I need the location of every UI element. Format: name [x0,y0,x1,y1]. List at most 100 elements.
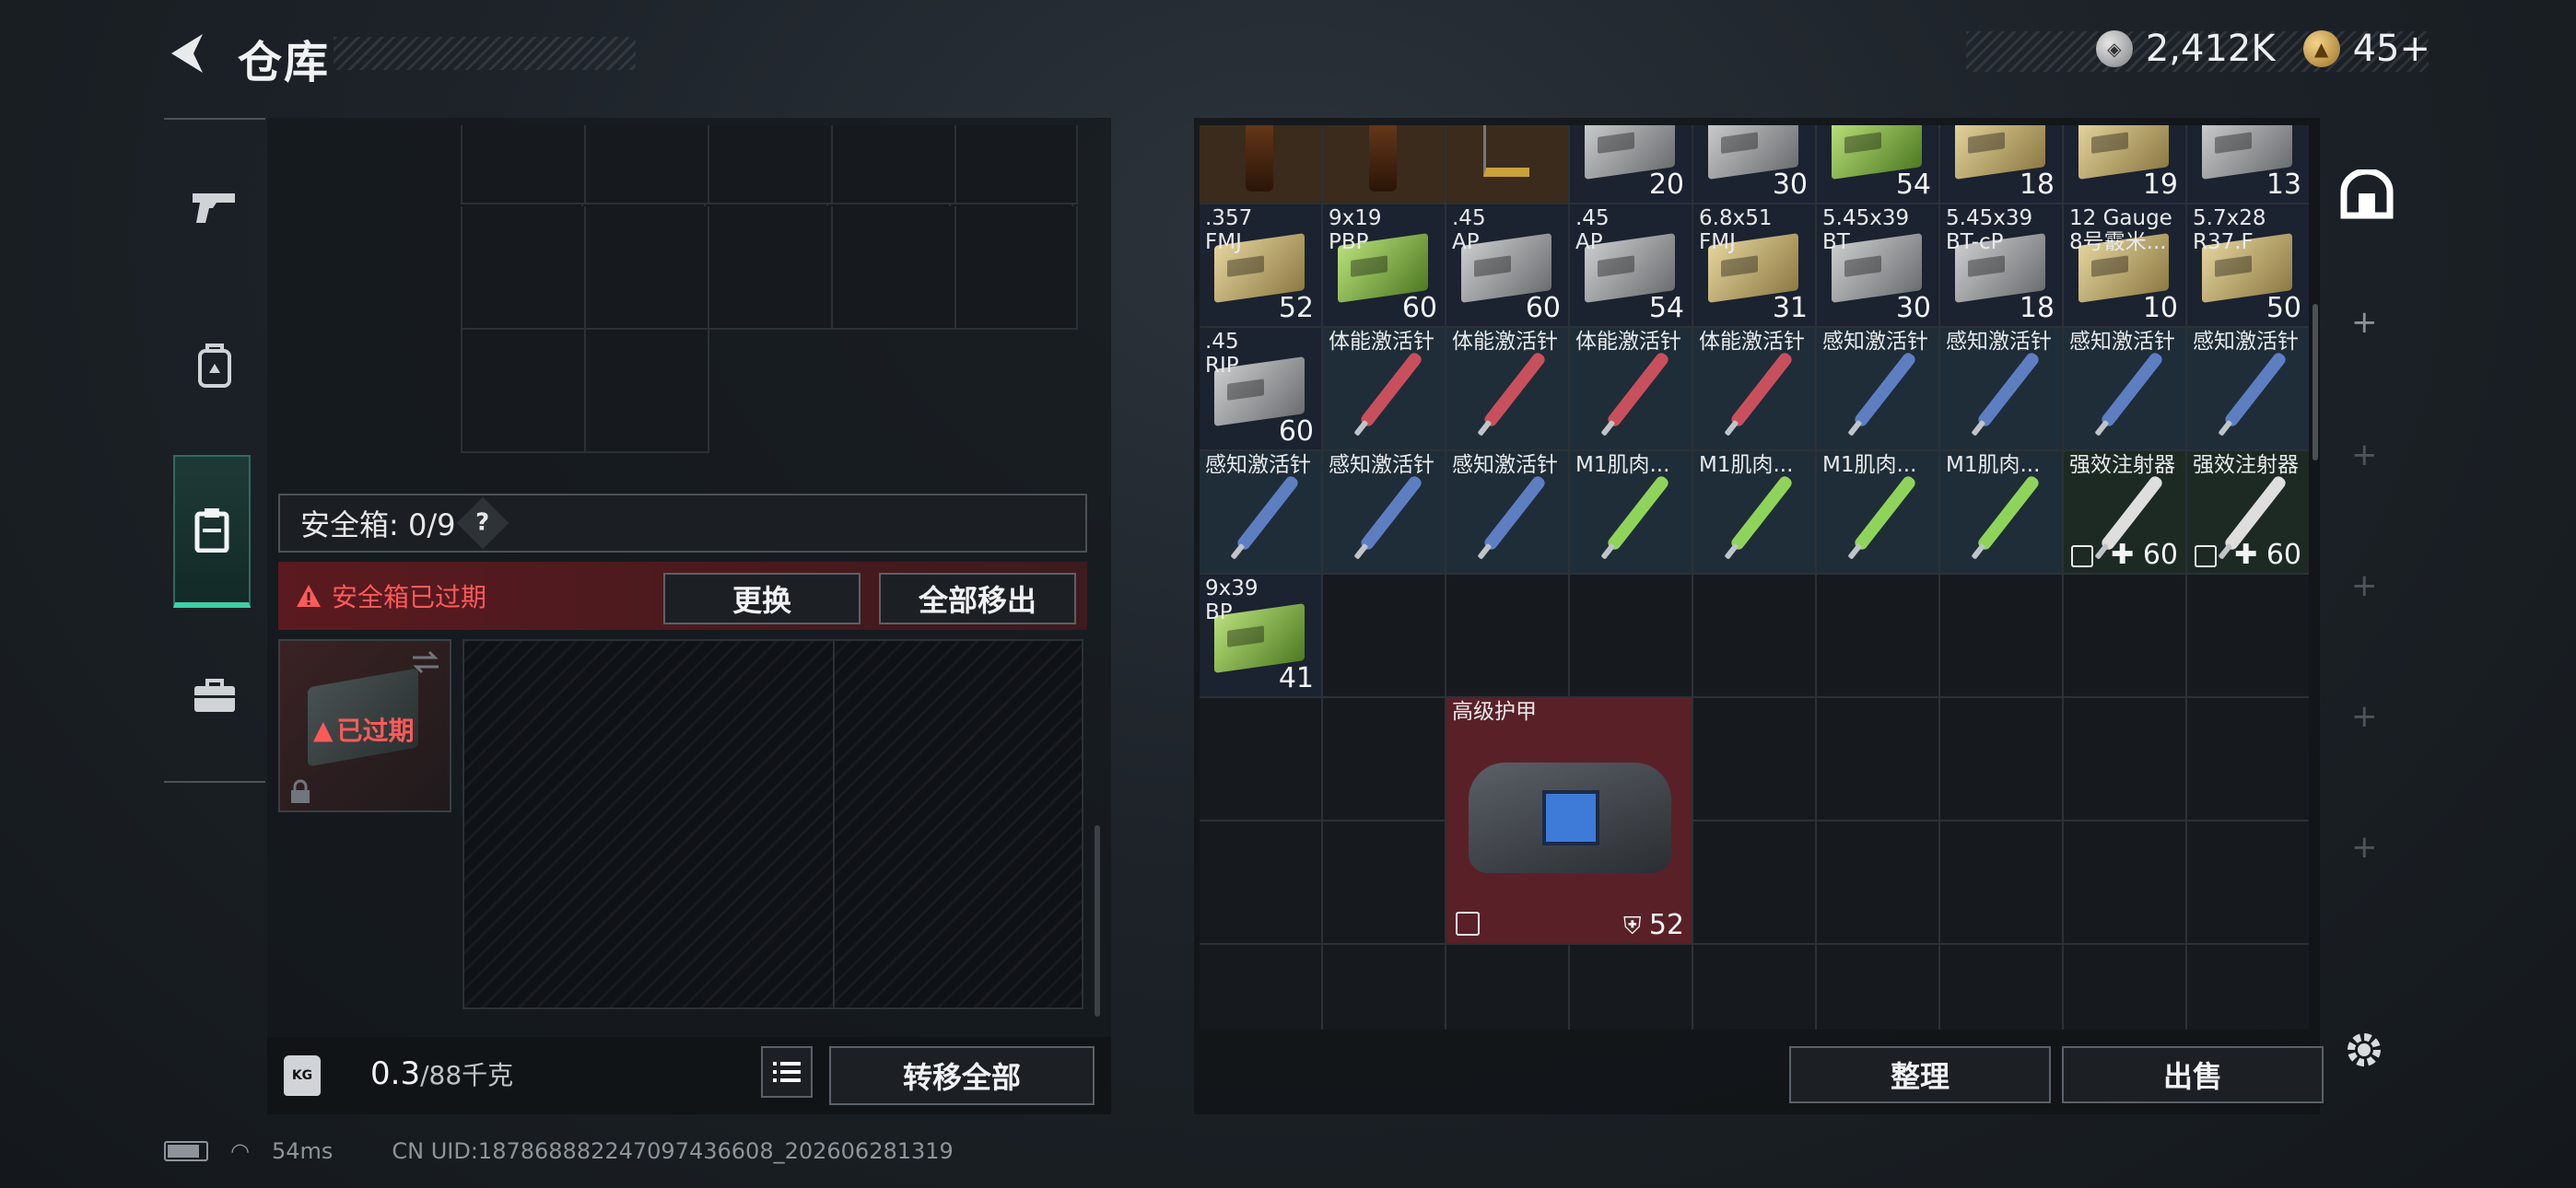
inventory-item[interactable]: 感知激活针 [1446,451,1568,573]
grid-slot[interactable] [1446,575,1570,698]
inventory-item[interactable]: 6.8x51 FMJ 31 [1693,204,1815,326]
add-storage-icon[interactable]: + [2351,567,2378,604]
grid-slot[interactable] [1323,698,1446,821]
armor-item[interactable]: 高级护甲 ⛨ 52 [1446,698,1692,943]
inventory-item[interactable]: 体能激活针 [1570,328,1692,449]
inventory-item[interactable]: 强效注射器 ✚ 60 [2187,451,2309,573]
back-button[interactable] [164,28,210,79]
inventory-item[interactable]: 感知激活针 [1817,328,1938,449]
inventory-item[interactable]: 体能激活针 [1446,328,1568,449]
inventory-item[interactable]: 体能激活针 [1323,328,1445,449]
inventory-item[interactable]: M1肌肉... [1570,451,1692,573]
inventory-item[interactable]: 54 [1817,125,1938,203]
grid-slot[interactable] [1200,821,1323,945]
safe-case-slot[interactable]: ▲ 已过期 [278,639,451,812]
swap-icon[interactable] [409,648,442,676]
grid-slot[interactable] [1693,575,1817,698]
inventory-item[interactable]: 5.7x28 R37.F 50 [2187,204,2309,326]
grid-slot[interactable] [1323,575,1446,698]
grid-slot[interactable] [1693,698,1817,821]
grid-slot[interactable] [1817,945,1940,1030]
grid-slot[interactable] [1323,821,1446,945]
move-out-all-button[interactable]: 全部移出 [879,573,1076,624]
grid-slot[interactable] [1940,575,2064,698]
inventory-item[interactable]: .45 AP 54 [1570,204,1692,326]
inventory-item[interactable]: M1肌肉... [1817,451,1938,573]
inventory-item[interactable]: .45 AP 60 [1446,204,1568,326]
grid-slot[interactable] [1817,698,1940,821]
grid-slot[interactable] [2187,821,2309,945]
help-button[interactable]: ? [457,496,509,550]
grid-slot[interactable] [1940,698,2064,821]
inventory-item[interactable]: 19 [2064,125,2185,203]
grid-slot[interactable] [2187,945,2309,1030]
inventory-item[interactable]: 体能激活针 [1693,328,1815,449]
item-count: 54 [1648,292,1684,324]
inventory-item[interactable]: 强效注射器 ✚ 60 [2064,451,2185,573]
add-storage-icon[interactable]: + [2351,304,2378,341]
right-scrollbar[interactable] [2313,304,2318,460]
grid-slot[interactable] [1693,821,1817,945]
inventory-item[interactable]: 感知激活针 [1200,451,1321,573]
inventory-item[interactable]: 20 [1570,125,1692,203]
inventory-item[interactable]: 感知激活针 [1940,328,2062,449]
grid-slot[interactable] [1693,945,1817,1030]
inventory-item[interactable]: 12 Gauge 8号霰米... 10 [2064,204,2185,326]
gold-amount[interactable]: 45+ [2353,28,2430,70]
inventory-item[interactable]: M1肌肉... [1693,451,1815,573]
storage-tab-main[interactable] [2338,166,2395,223]
grid-slot[interactable] [1323,945,1446,1030]
add-storage-icon[interactable]: + [2351,437,2378,473]
inventory-item[interactable]: .45 RIP 60 [1200,328,1321,449]
grid-slot[interactable] [1570,575,1693,698]
transfer-all-button[interactable]: 转移全部 [829,1046,1095,1105]
settings-button[interactable] [2340,1026,2388,1074]
inventory-item[interactable]: 9x19 PBP 60 [1323,204,1445,326]
sell-button[interactable]: 出售 [2062,1046,2324,1103]
grid-slot[interactable] [1817,821,1940,945]
grid-slot[interactable] [1446,945,1570,1030]
grid-slot[interactable] [1570,945,1693,1030]
inventory-item[interactable]: 13 [2187,125,2309,203]
inventory-item[interactable]: 5.45x39 BT-cP 18 [1940,204,2062,326]
inventory-item[interactable]: 感知激活针 [2064,328,2185,449]
grid-slot[interactable] [2187,698,2309,821]
inventory-item[interactable]: .357 FMJ 52 [1200,204,1321,326]
grid-slot[interactable] [2064,821,2187,945]
grid-slot[interactable] [1940,945,2064,1030]
grid-slot[interactable] [1817,575,1940,698]
rail-rig-tab[interactable] [164,297,265,435]
uid-text: CN UID:18786888224709743660­8_2026062813… [392,1138,954,1164]
no-insure-icon [1456,912,1480,936]
grid-slot[interactable] [1200,698,1323,821]
left-scrollbar[interactable] [1095,825,1100,1017]
rail-kit-tab[interactable] [164,626,265,764]
pistol-icon [193,193,235,223]
grid-slot[interactable] [2064,698,2187,821]
inventory-item[interactable]: 感知激活针 [2187,328,2309,449]
inventory-item[interactable]: 30 [1693,125,1815,203]
inventory-item[interactable] [1200,125,1321,203]
grid-slot[interactable] [1940,821,2064,945]
no-insure-icon [2195,545,2217,567]
inventory-item[interactable]: M1肌肉... [1940,451,2062,573]
add-storage-icon[interactable]: + [2351,829,2378,866]
item-count: 60 [1525,292,1561,324]
inventory-item[interactable]: 9x39 BP 41 [1200,575,1321,696]
inventory-item[interactable]: 感知激活针 [1323,451,1445,573]
grid-slot[interactable] [1200,945,1323,1030]
sort-button[interactable]: 整理 [1789,1046,2051,1103]
inventory-item[interactable] [1446,125,1568,203]
grid-slot[interactable] [2064,575,2187,698]
rail-case-tab[interactable] [173,455,251,608]
replace-button[interactable]: 更换 [663,573,861,624]
item-label: 体能激活针 [1329,330,1434,354]
grid-slot[interactable] [2064,945,2187,1030]
grid-slot[interactable] [2187,575,2309,698]
inventory-item[interactable] [1323,125,1445,203]
rail-weapon-tab[interactable] [164,138,265,276]
inventory-item[interactable]: 18 [1940,125,2062,203]
list-view-button[interactable] [761,1046,813,1098]
add-storage-icon[interactable]: + [2351,698,2378,735]
inventory-item[interactable]: 5.45x39 BT 30 [1817,204,1938,326]
